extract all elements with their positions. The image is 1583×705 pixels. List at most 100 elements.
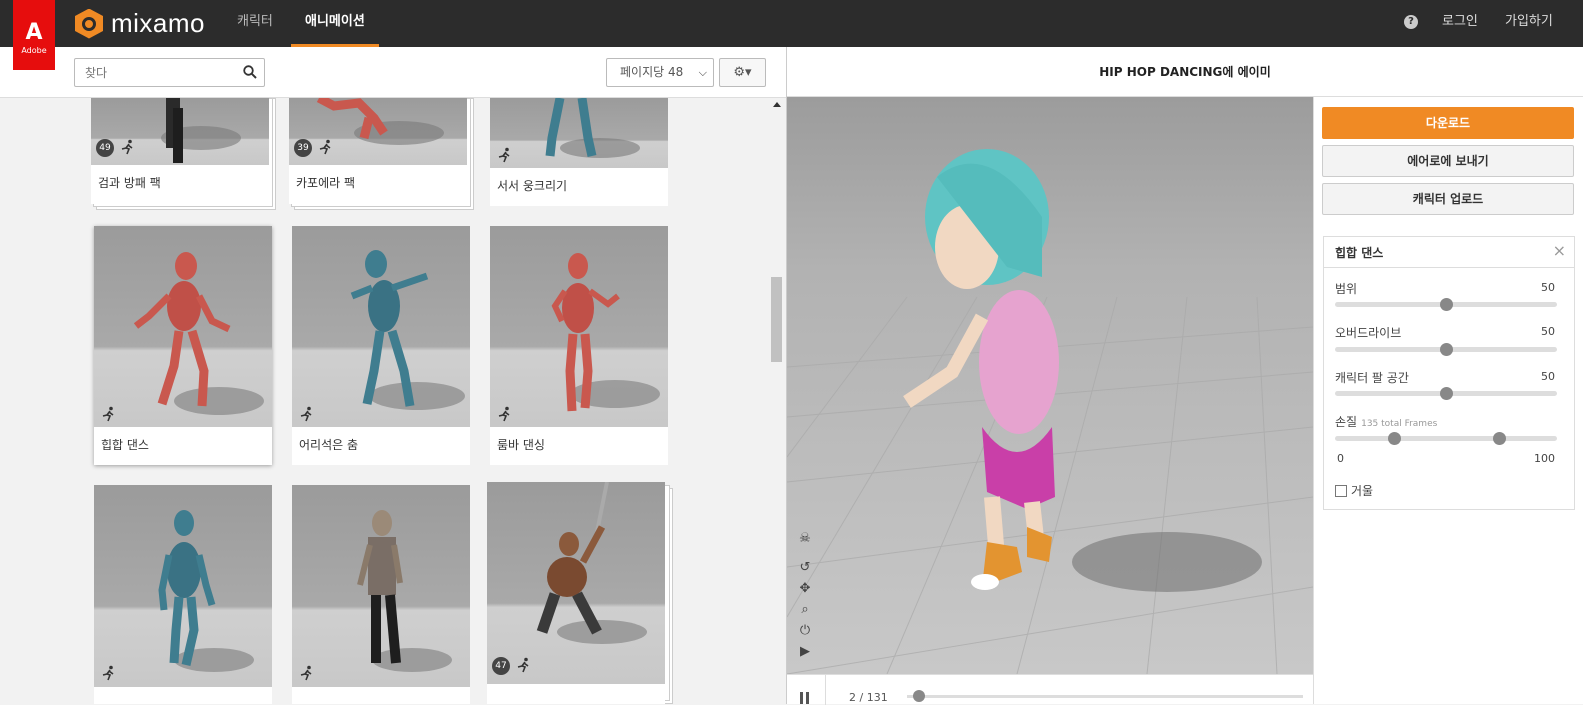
running-figure-icon: [498, 406, 510, 422]
help-icon[interactable]: ?: [1404, 15, 1418, 29]
pack-count-badge: 39: [294, 139, 312, 157]
timeline-track[interactable]: [907, 695, 1303, 698]
animation-thumbnail: [289, 98, 467, 165]
adobe-logo-text: Adobe: [21, 45, 47, 55]
trim-frames-note: 135 total Frames: [1361, 419, 1438, 429]
mixamo-logo-icon: [75, 8, 103, 39]
chevron-down-icon: ⌵: [698, 66, 707, 79]
scroll-up-arrow-icon[interactable]: [773, 102, 781, 107]
animation-card-selected[interactable]: 힙합 댄스: [94, 226, 272, 465]
pack-count-badge: 47: [492, 657, 510, 675]
per-page-select[interactable]: 페이지당 48 ⌵: [606, 58, 714, 87]
animation-thumbnail: [292, 226, 470, 427]
viewer-title-character: 에 에이미: [1222, 65, 1271, 79]
trim-end-knob[interactable]: [1492, 432, 1506, 445]
animation-card[interactable]: 49 검과 방패 팩: [91, 98, 269, 204]
running-figure-icon: [517, 657, 529, 673]
slider-knob-arm-space[interactable]: [1439, 387, 1453, 400]
slider-label-arm-space: 캐릭터 팔 공간: [1335, 371, 1409, 385]
viewport-scene: [787, 149, 1313, 674]
mixamo-logo[interactable]: mixamo: [75, 8, 205, 39]
character-figure: [551, 253, 660, 412]
pan-icon[interactable]: ✥: [797, 581, 813, 597]
running-figure-icon: [102, 406, 114, 422]
mirror-option[interactable]: 거울: [1335, 482, 1373, 499]
animation-card-label: 힙합 댄스: [94, 427, 272, 465]
trim-track[interactable]: [1335, 436, 1557, 441]
animation-settings-panel: 힙합 댄스 × 범위 50 오버드라이브 50 캐릭터 팔 공간 50 손질 13…: [1323, 236, 1575, 510]
animation-card[interactable]: [94, 485, 272, 704]
running-figure-icon: [300, 665, 312, 681]
mirror-checkbox[interactable]: [1335, 484, 1347, 497]
viewer-title: HIP HOP DANCING에 에이미: [787, 47, 1583, 97]
reset-view-icon[interactable]: ↺: [797, 560, 813, 576]
close-icon[interactable]: ×: [1553, 241, 1566, 260]
character-figure: [357, 510, 452, 672]
animation-thumbnail: [94, 485, 272, 687]
trim-max: 100: [1534, 452, 1555, 465]
timeline-scrubber[interactable]: [913, 690, 925, 702]
character-figure: [536, 482, 647, 644]
pause-icon[interactable]: [800, 692, 810, 704]
slider-value-range: 50: [1541, 281, 1555, 294]
animation-card[interactable]: 어리석은 춤: [292, 226, 470, 465]
3d-viewport[interactable]: ☠ ↺ ✥ ⌕ ⏻ ▶: [787, 97, 1313, 674]
tab-characters[interactable]: 캐릭터: [223, 0, 287, 47]
slider-value-arm-space: 50: [1541, 370, 1555, 383]
running-figure-icon: [498, 147, 510, 163]
slider-knob-range[interactable]: [1439, 298, 1453, 311]
skeleton-icon[interactable]: ☠: [797, 531, 813, 547]
animation-card[interactable]: 서서 웅크리기: [490, 98, 668, 206]
top-bar: A Adobe mixamo 캐릭터 애니메이션 ? 로그인 가입하기: [0, 0, 1583, 70]
animation-card[interactable]: 39 카포에라 팩: [289, 98, 467, 204]
search-input[interactable]: [75, 59, 230, 86]
browse-toolbar: 페이지당 48 ⌵ ⚙▾: [0, 47, 786, 98]
character-figure: [350, 250, 465, 410]
pack-count-badge: 49: [96, 139, 114, 157]
animation-thumbnail: [91, 98, 269, 165]
slider-label-overdrive: 오버드라이브: [1335, 326, 1402, 340]
character-figure: [316, 98, 444, 145]
animation-thumbnail: [490, 226, 668, 427]
running-figure-icon: [121, 139, 133, 155]
camera-icon[interactable]: ▶: [797, 644, 813, 660]
download-button[interactable]: 다운로드: [1322, 107, 1574, 139]
animation-card[interactable]: [292, 485, 470, 704]
signup-link[interactable]: 가입하기: [1505, 0, 1553, 47]
settings-button[interactable]: ⚙▾: [719, 58, 766, 87]
adobe-logo[interactable]: A Adobe: [13, 0, 55, 70]
viewer-title-animation: HIP HOP DANCING: [1099, 65, 1223, 79]
trim-min: 0: [1337, 452, 1344, 465]
zoom-icon[interactable]: ⌕: [797, 602, 813, 618]
timeline-bar: 2 / 131: [787, 674, 1313, 705]
frame-counter: 2 / 131: [849, 691, 888, 704]
power-icon[interactable]: ⏻: [797, 623, 813, 639]
search-icon[interactable]: [243, 65, 257, 79]
animation-card-label: 룸바 댄싱: [490, 427, 668, 465]
login-link[interactable]: 로그인: [1442, 0, 1478, 47]
grid-scrollbar-thumb[interactable]: [771, 277, 782, 362]
animation-thumbnail: [490, 98, 668, 168]
trim-label: 손질 135 total Frames: [1335, 413, 1437, 430]
animation-grid: 49 검과 방패 팩 39 카포에라 팩 서서 웅크리기 힙합 댄스 어리석은 …: [0, 98, 786, 704]
send-to-aero-button[interactable]: 에어로에 보내기: [1322, 145, 1574, 177]
running-figure-icon: [300, 406, 312, 422]
upload-character-button[interactable]: 캐릭터 업로드: [1322, 183, 1574, 215]
animation-card-label: 어리석은 춤: [292, 427, 470, 465]
tab-animations[interactable]: 애니메이션: [291, 0, 379, 47]
character-figure: [161, 98, 241, 163]
gear-icon: ⚙▾: [733, 65, 752, 80]
animation-thumbnail: [487, 482, 665, 684]
adobe-logo-mark: A: [25, 19, 43, 45]
animation-card-label: 검과 방패 팩: [91, 165, 269, 203]
trim-start-knob[interactable]: [1388, 432, 1402, 445]
character-figure: [133, 252, 264, 415]
character-figure: [158, 510, 254, 672]
animation-thumbnail: [94, 226, 272, 427]
trim-label-text: 손질: [1335, 415, 1358, 429]
animation-thumbnail: [292, 485, 470, 687]
character-figure: [545, 98, 640, 158]
animation-card[interactable]: 47: [487, 482, 665, 704]
slider-knob-overdrive[interactable]: [1439, 343, 1453, 356]
animation-card[interactable]: 룸바 댄싱: [490, 226, 668, 465]
